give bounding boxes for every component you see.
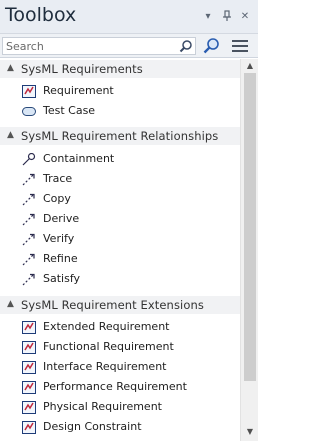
group-header-sysml-requirement-relationships[interactable]: ▲ SysML Requirement Relationships [0,127,240,145]
toolbox-item-functional-requirement[interactable]: Functional Requirement [0,337,240,357]
group-header-sysml-requirements[interactable]: ▲ SysML Requirements [0,60,240,78]
dashed-arrow-icon [22,233,35,246]
group-label: SysML Requirements [21,62,143,76]
search-input[interactable] [2,37,196,55]
dashed-arrow-icon [22,193,35,206]
test-case-icon [22,107,36,116]
toolbox-list: ▲ SysML Requirements Requirement Test Ca… [0,59,240,441]
item-label: Test Case [43,104,96,117]
item-label: Design Constraint [43,420,142,433]
dropdown-icon[interactable]: ▾ [201,10,215,24]
scroll-up-arrow-icon[interactable]: ▲ [241,59,259,73]
item-label: Physical Requirement [43,400,162,413]
containment-icon [22,153,36,166]
hamburger-menu-icon[interactable] [232,40,248,52]
requirement-icon [22,381,36,394]
close-icon[interactable]: ✕ [238,10,252,24]
requirement-icon [22,85,36,98]
toolbox-item-trace[interactable]: Trace [0,169,240,189]
item-label: Requirement [43,84,114,97]
toolbox-item-derive[interactable]: Derive [0,209,240,229]
item-label: Refine [43,252,78,265]
toolbox-item-requirement[interactable]: Requirement [0,81,240,101]
toolbox-item-physical-requirement[interactable]: Physical Requirement [0,397,240,417]
requirement-icon [22,321,36,334]
toolbox-item-copy[interactable]: Copy [0,189,240,209]
dashed-arrow-icon [22,173,35,186]
item-label: Containment [43,152,115,165]
item-label: Copy [43,192,71,205]
requirement-icon [22,341,36,354]
item-label: Satisfy [43,272,81,285]
find-button[interactable] [202,37,222,55]
group-label: SysML Requirement Relationships [21,129,219,143]
item-label: Performance Requirement [43,380,187,393]
window-title: Toolbox [5,4,77,26]
dashed-arrow-icon [22,253,35,266]
item-label: Interface Requirement [43,360,167,373]
requirement-icon [22,361,36,374]
collapse-chevron-icon[interactable]: ▲ [7,63,14,73]
toolbox-titlebar: Toolbox ▾ ✕ [0,0,258,34]
toolbox-item-containment[interactable]: Containment [0,149,240,169]
pin-icon[interactable] [220,10,234,24]
item-label: Trace [43,172,73,185]
toolbox-item-interface-requirement[interactable]: Interface Requirement [0,357,240,377]
toolbox-item-extended-requirement[interactable]: Extended Requirement [0,317,240,337]
dashed-arrow-icon [22,213,35,226]
collapse-chevron-icon[interactable]: ▲ [7,130,14,140]
search-icon[interactable] [179,39,193,53]
item-label: Functional Requirement [43,340,174,353]
toolbox-item-test-case[interactable]: Test Case [0,101,240,121]
vertical-scrollbar[interactable]: ▲ ▼ [240,59,258,441]
toolbox-item-satisfy[interactable]: Satisfy [0,269,240,289]
toolbox-item-verify[interactable]: Verify [0,229,240,249]
scroll-thumb[interactable] [244,73,256,381]
toolbox-item-refine[interactable]: Refine [0,249,240,269]
collapse-chevron-icon[interactable]: ▲ [7,299,14,309]
item-label: Verify [43,232,75,245]
requirement-icon [22,401,36,414]
search-bar [0,34,258,58]
group-header-sysml-requirement-extensions[interactable]: ▲ SysML Requirement Extensions [0,296,240,314]
toolbox-item-performance-requirement[interactable]: Performance Requirement [0,377,240,397]
scroll-down-arrow-icon[interactable]: ▼ [241,425,259,439]
group-label: SysML Requirement Extensions [21,298,204,312]
dashed-arrow-icon [22,273,35,286]
item-label: Derive [43,212,80,225]
item-label: Extended Requirement [43,320,170,333]
toolbox-item-design-constraint[interactable]: Design Constraint [0,417,240,437]
requirement-icon [22,421,36,434]
